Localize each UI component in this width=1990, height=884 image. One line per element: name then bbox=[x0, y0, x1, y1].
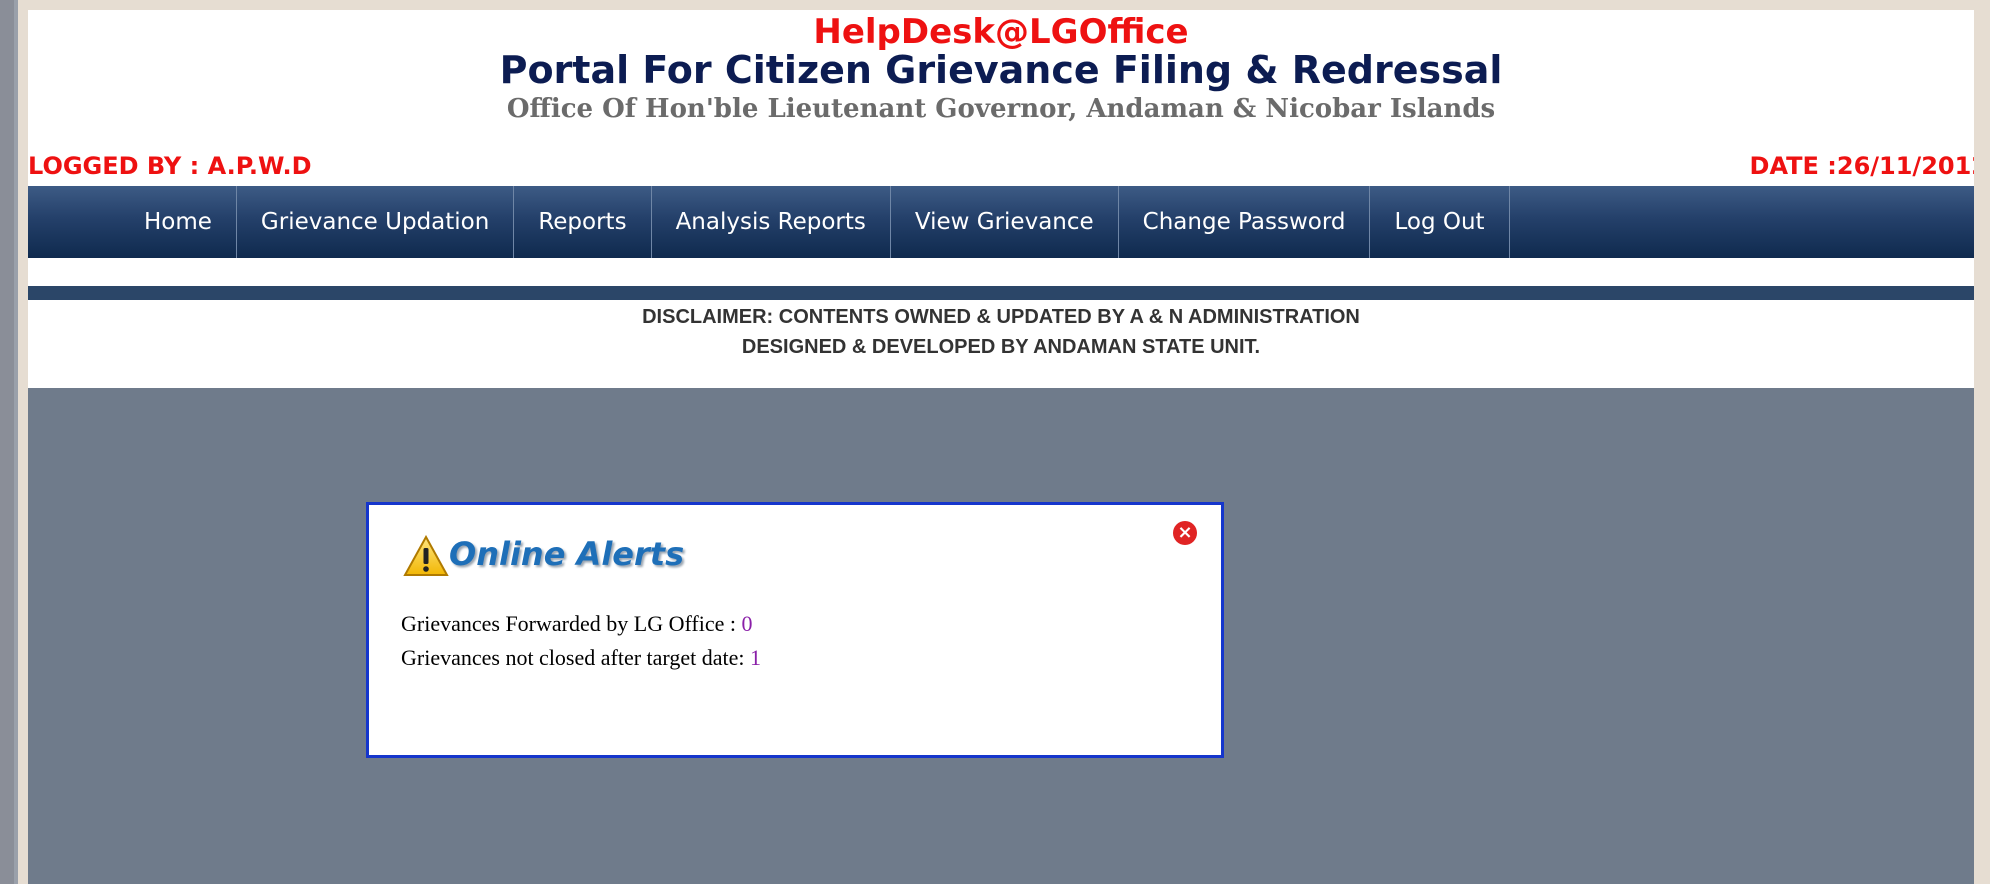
nav-log-out[interactable]: Log Out bbox=[1370, 186, 1510, 258]
nav-analysis-reports[interactable]: Analysis Reports bbox=[652, 186, 891, 258]
nav-change-password[interactable]: Change Password bbox=[1119, 186, 1371, 258]
header-divider bbox=[28, 286, 1974, 300]
portal-title: Portal For Citizen Grievance Filing & Re… bbox=[499, 48, 1503, 92]
date-label: DATE :26/11/2012 bbox=[1749, 152, 1974, 180]
office-subtitle: Office Of Hon'ble Lieutenant Governor, A… bbox=[506, 94, 1496, 124]
alert-forwarded-count[interactable]: 0 bbox=[741, 611, 752, 636]
close-icon[interactable]: × bbox=[1173, 521, 1197, 545]
main-nav: Home Grievance Updation Reports Analysis… bbox=[28, 186, 1974, 258]
site-title: HelpDesk@LGOffice bbox=[813, 12, 1189, 52]
left-edge-stripe-light bbox=[14, 0, 18, 884]
nav-home[interactable]: Home bbox=[88, 186, 237, 258]
nav-view-grievance[interactable]: View Grievance bbox=[891, 186, 1119, 258]
nav-reports[interactable]: Reports bbox=[514, 186, 652, 258]
alert-line-forwarded: Grievances Forwarded by LG Office : 0 bbox=[401, 611, 752, 637]
online-alerts-dialog: × Online Alerts Grievances Forwarded by … bbox=[366, 502, 1224, 758]
developer-credit: DESIGNED & DEVELOPED BY ANDAMAN STATE UN… bbox=[741, 336, 1261, 358]
disclaimer-text: DISCLAIMER: CONTENTS OWNED & UPDATED BY … bbox=[642, 306, 1360, 328]
alert-title: Online Alerts bbox=[449, 535, 685, 573]
left-edge-stripe bbox=[0, 0, 14, 884]
alert-not-closed-label: Grievances not closed after target date: bbox=[401, 645, 750, 670]
page-header: HelpDesk@LGOffice Portal For Citizen Gri… bbox=[28, 10, 1974, 388]
nav-grievance-updation[interactable]: Grievance Updation bbox=[237, 186, 515, 258]
page-frame: HelpDesk@LGOffice Portal For Citizen Gri… bbox=[28, 10, 1974, 884]
warning-icon bbox=[403, 535, 449, 576]
alert-forwarded-label: Grievances Forwarded by LG Office : bbox=[401, 611, 742, 636]
logged-by-label: LOGGED BY : A.P.W.D bbox=[28, 152, 312, 180]
alert-line-not-closed: Grievances not closed after target date:… bbox=[401, 645, 761, 671]
alert-not-closed-count[interactable]: 1 bbox=[750, 645, 761, 670]
